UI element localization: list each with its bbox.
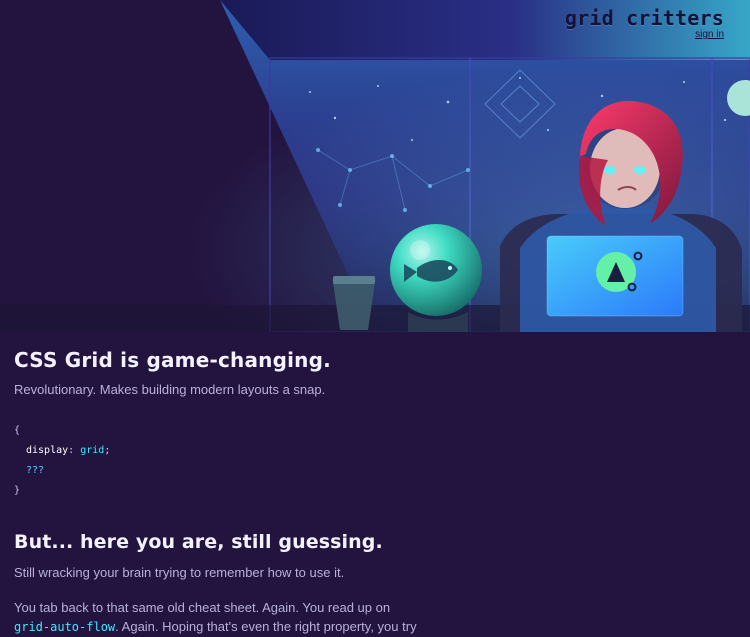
code-line-close: } — [14, 481, 736, 501]
hero-illustration: grid critters sign in — [0, 0, 750, 332]
code-colon: : — [68, 445, 75, 456]
code-line-display: display: grid; — [14, 441, 736, 461]
section-title: But... here you are, still guessing. — [14, 531, 383, 553]
sign-in-link[interactable]: sign in — [565, 30, 724, 40]
inline-code-grid-auto-flow: grid-auto-flow — [14, 620, 116, 634]
section-paragraph-1: Still wracking your brain trying to reme… — [14, 565, 345, 580]
code-unknown: ??? — [26, 465, 45, 476]
page-title: CSS Grid is game-changing. — [14, 348, 331, 372]
code-line-unknown: ??? — [14, 461, 736, 481]
code-close-brace: } — [14, 485, 21, 496]
page-subtitle: Revolutionary. Makes building modern lay… — [14, 382, 326, 397]
hero-scene — [0, 0, 750, 332]
code-property: display — [26, 445, 69, 456]
code-snippet: { display: grid; ??? } — [14, 421, 736, 501]
play-triangle-icon — [596, 251, 643, 292]
top-bar: grid critters sign in — [565, 8, 724, 40]
code-line-open: { — [14, 421, 736, 441]
paragraph-2-after: . Again. Hoping that's even the right pr… — [115, 619, 417, 634]
code-value: grid — [80, 445, 105, 456]
code-open-brace: { — [14, 425, 21, 436]
paragraph-2-before: You tab back to that same old cheat shee… — [14, 600, 391, 615]
code-semicolon: ; — [104, 445, 111, 456]
main-content: CSS Grid is game-changing. Revolutionary… — [0, 332, 750, 637]
site-brand[interactable]: grid critters — [565, 8, 724, 28]
section-paragraph-2: You tab back to that same old cheat shee… — [14, 598, 736, 637]
